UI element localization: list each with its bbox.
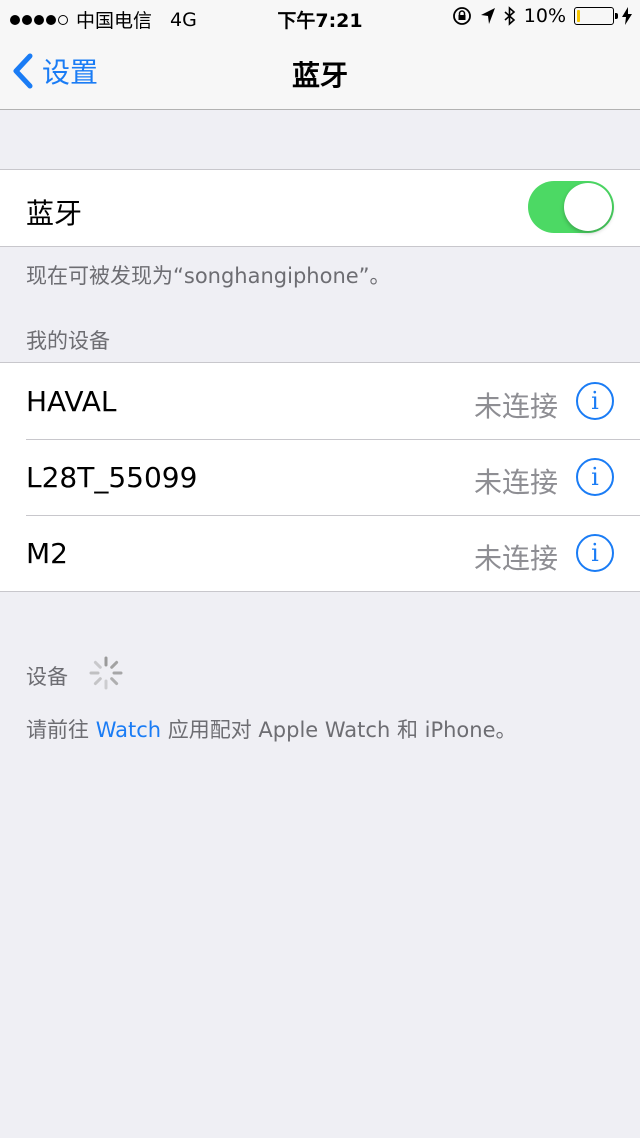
device-name: M2 (26, 537, 68, 570)
my-devices-list: HAVAL 未连接 i L28T_55099 未连接 i M2 未连接 i (0, 362, 640, 592)
info-icon[interactable]: i (576, 458, 614, 496)
charging-bolt-icon (622, 7, 632, 25)
loading-spinner-icon (89, 656, 123, 690)
navigation-bar: 设置 蓝牙 (0, 36, 640, 110)
info-icon[interactable]: i (576, 382, 614, 420)
bluetooth-toggle-row: 蓝牙 (0, 170, 640, 246)
list-item[interactable]: HAVAL 未连接 i (0, 363, 640, 439)
device-status: 未连接 (473, 390, 558, 423)
device-status: 未连接 (473, 466, 558, 499)
bluetooth-toggle-group: 蓝牙 (0, 169, 640, 247)
list-item[interactable]: M2 未连接 i (0, 515, 640, 591)
battery-percent: 10% (523, 5, 566, 27)
bluetooth-settings-screen: 中国电信 4G 下午7:21 10% 设置 蓝牙 蓝牙 现在可被发现为“song… (0, 0, 640, 1138)
bluetooth-label: 蓝牙 (26, 197, 83, 230)
info-icon[interactable]: i (576, 534, 614, 572)
list-item[interactable]: L28T_55099 未连接 i (0, 439, 640, 515)
page-title: 蓝牙 (291, 59, 348, 92)
watch-app-link[interactable]: Watch (96, 718, 161, 742)
device-status: 未连接 (473, 542, 558, 575)
device-name: L28T_55099 (26, 461, 198, 494)
battery-level (577, 10, 580, 22)
status-right: 10% (452, 5, 632, 27)
bluetooth-toggle[interactable] (528, 181, 614, 233)
hint-suffix: 应用配对 Apple Watch 和 iPhone。 (161, 718, 517, 742)
location-arrow-icon (480, 8, 495, 24)
battery-icon (574, 7, 618, 25)
toggle-knob (564, 183, 612, 231)
bluetooth-icon (504, 6, 515, 26)
devices-header: 设备 (26, 665, 68, 689)
orientation-lock-icon (452, 7, 471, 25)
device-name: HAVAL (26, 385, 117, 418)
discoverable-caption: 现在可被发现为“songhangiphone”。 (26, 264, 391, 288)
watch-pairing-hint: 请前往 Watch 应用配对 Apple Watch 和 iPhone。 (26, 714, 517, 744)
my-devices-header: 我的设备 (26, 329, 110, 353)
status-bar: 中国电信 4G 下午7:21 10% (0, 0, 640, 36)
hint-prefix: 请前往 (26, 718, 96, 742)
